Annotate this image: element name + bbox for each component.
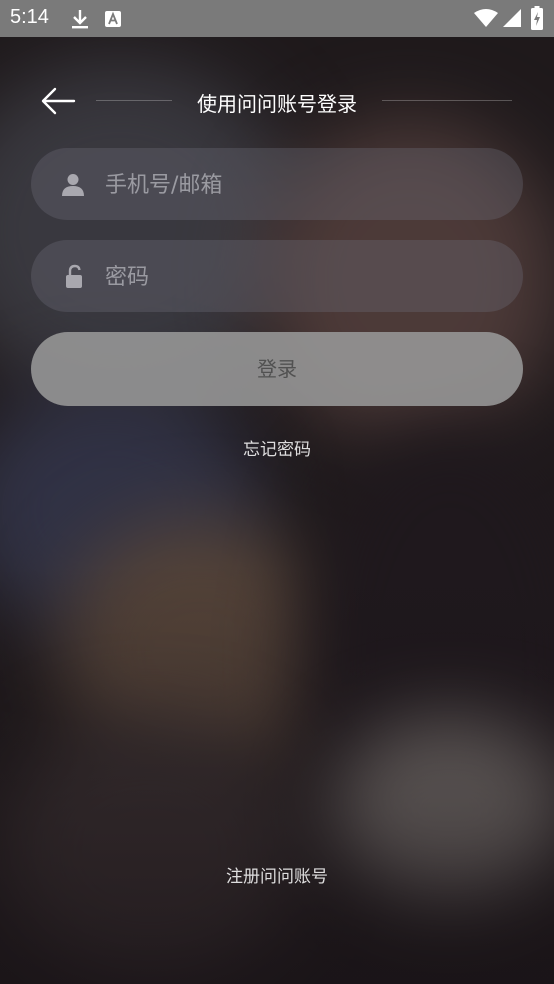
login-button[interactable]: 登录 bbox=[31, 332, 523, 406]
password-field[interactable] bbox=[31, 240, 523, 314]
battery-charging-icon bbox=[531, 6, 543, 30]
password-input[interactable] bbox=[103, 240, 507, 314]
a-notification-icon bbox=[105, 11, 121, 27]
phone-email-input[interactable] bbox=[103, 148, 507, 222]
forgot-password-link[interactable]: 忘记密码 bbox=[0, 435, 554, 460]
status-bar: 5:14 bbox=[0, 0, 554, 37]
title-divider-right bbox=[382, 100, 512, 101]
cellular-signal-icon bbox=[503, 9, 521, 27]
page-title: 使用问问账号登录 bbox=[197, 92, 357, 116]
wifi-icon bbox=[474, 9, 498, 27]
phone-email-field[interactable] bbox=[31, 148, 523, 222]
download-icon bbox=[72, 10, 88, 29]
user-icon bbox=[62, 174, 84, 196]
status-time: 5:14 bbox=[10, 6, 49, 28]
title-bar: 使用问问账号登录 bbox=[0, 78, 554, 124]
unlock-icon bbox=[66, 264, 82, 288]
register-account-link[interactable]: 注册问问账号 bbox=[0, 862, 554, 887]
